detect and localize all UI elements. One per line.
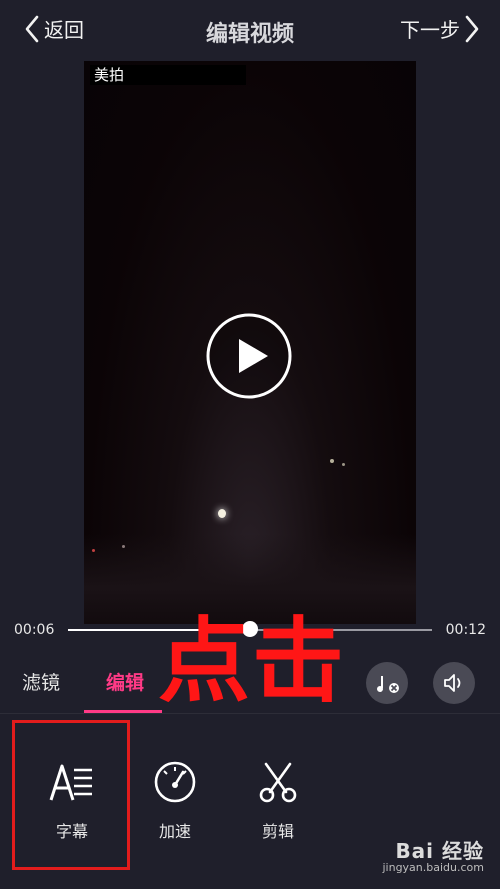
next-step-label: 下一步 [400,18,460,42]
music-off-icon [377,676,399,693]
mute-original-button[interactable] [366,662,408,704]
click-annotation: 点击 [158,608,347,715]
highlight-box [12,720,130,870]
video-preview[interactable]: 美拍 [84,61,416,624]
light-dot [218,509,226,518]
light-dot [330,459,334,463]
divider [0,713,500,714]
speed-label: 加速 [158,822,191,841]
play-button[interactable] [206,313,292,399]
top-bar: 返回 编辑视频 下一步 [0,0,500,60]
trim-label: 剪辑 [261,822,294,841]
scissors-icon [259,762,297,803]
watermark-text: 美拍 [94,66,125,84]
total-time: 00:12 [445,622,486,638]
speedometer-icon [154,761,196,803]
site-watermark: Bai 经验 jingyan.baidu.com [334,835,484,879]
volume-button[interactable] [433,662,475,704]
light-dot [342,463,345,466]
tab-filter[interactable]: 滤镜 [22,668,60,695]
current-time: 00:06 [14,622,55,638]
video-watermark: 美拍 [90,65,246,85]
tab-edit[interactable]: 编辑 [106,668,144,695]
next-step-button[interactable]: 下一步 [400,14,480,43]
chevron-right-icon [465,15,479,42]
speaker-icon [444,674,461,692]
site-brand: Bai 经验 [395,839,484,863]
light-dot [92,549,95,552]
site-url: jingyan.baidu.com [382,861,484,874]
light-dot [122,545,125,548]
